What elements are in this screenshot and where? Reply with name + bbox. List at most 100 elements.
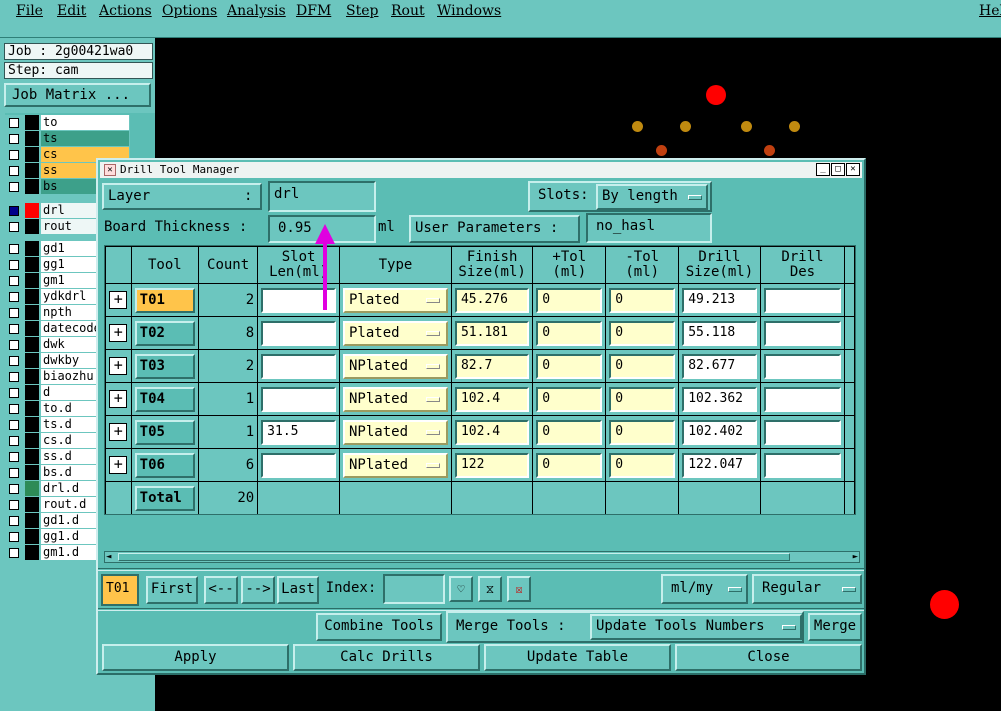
last-button[interactable]: Last [277,576,319,604]
minus-tol-input[interactable]: 0 [609,353,676,379]
minus-tol-input[interactable]: 0 [609,419,676,445]
menu-analysis[interactable]: Analysis [227,3,286,19]
menu-edit[interactable]: Edit [57,3,86,19]
menu-dfm[interactable]: DFM [296,3,331,19]
layer-checkbox[interactable] [9,356,19,366]
plus-tol-input[interactable]: 0 [536,452,603,478]
expand-plus-icon[interactable]: + [109,390,128,408]
layer-checkbox[interactable] [9,436,19,446]
layer-checkbox[interactable] [9,404,19,414]
menu-rout[interactable]: Rout [391,3,425,19]
merge-button[interactable]: Merge [808,613,862,641]
horizontal-scrollbar[interactable]: ◄ ► [104,551,860,563]
update-table-button[interactable]: Update Table [484,644,671,671]
minimize-icon[interactable]: _ [816,163,830,176]
drill-size-input[interactable]: 49.213 [682,287,757,313]
layer-checkbox[interactable] [9,372,19,382]
tool-button[interactable]: T06 [134,452,196,478]
plus-tol-input[interactable]: 0 [536,353,603,379]
drill-des-input[interactable] [763,419,842,445]
expand-plus-icon[interactable]: + [109,456,128,474]
layer-checkbox[interactable] [9,532,19,542]
prev-button[interactable]: <-- [204,576,238,604]
slots-option-menu[interactable]: By length [596,184,708,210]
first-button[interactable]: First [146,576,198,604]
expand-plus-icon[interactable]: + [109,423,128,441]
slot-len-input[interactable] [261,353,336,379]
type-option-menu[interactable]: Plated [343,320,448,346]
merge-tools-option-menu[interactable]: Update Tools Numbers [590,614,802,640]
lightbulb-icon[interactable]: ♡ [449,576,473,602]
type-option-menu[interactable]: Plated [343,287,448,313]
plus-tol-input[interactable]: 0 [536,386,603,412]
drill-size-input[interactable]: 82.677 [682,353,757,379]
layer-checkbox[interactable] [9,308,19,318]
finish-size-input[interactable]: 82.7 [454,353,530,379]
layer-checkbox[interactable] [9,420,19,430]
user-parameters-input[interactable]: no_hasl [586,213,712,243]
type-option-menu[interactable]: NPlated [343,386,448,412]
apply-button[interactable]: Apply [102,644,289,671]
slot-len-input[interactable] [261,386,336,412]
layer-input[interactable]: drl [268,181,376,212]
plus-tol-input[interactable]: 0 [536,287,603,313]
filter-icon[interactable]: ⧖ [478,576,502,602]
minus-tol-input[interactable]: 0 [609,287,676,313]
user-parameters-button[interactable]: User Parameters : [409,215,580,243]
layer-row[interactable]: ts [5,131,130,147]
finish-size-input[interactable]: 102.4 [454,386,530,412]
minus-tol-input[interactable]: 0 [609,452,676,478]
menu-options[interactable]: Options [162,3,217,19]
index-input[interactable] [383,574,445,604]
tool-button[interactable]: T05 [134,419,196,445]
tool-button[interactable]: T04 [134,386,196,412]
scroll-right-icon[interactable]: ► [853,552,858,562]
drill-size-input[interactable]: 55.118 [682,320,757,346]
layer-checkbox[interactable] [9,134,19,144]
layer-checkbox[interactable] [9,222,19,232]
tool-button[interactable]: T01 [134,287,196,313]
drill-des-input[interactable] [763,320,842,346]
expand-plus-icon[interactable]: + [109,324,128,342]
minus-tol-input[interactable]: 0 [609,320,676,346]
expand-plus-icon[interactable]: + [109,357,128,375]
job-matrix-button[interactable]: Job Matrix ... [4,83,151,107]
layer-checkbox[interactable] [9,276,19,286]
layer-checkbox[interactable] [9,150,19,160]
type-option-menu[interactable]: NPlated [343,353,448,379]
type-option-menu[interactable]: NPlated [343,419,448,445]
drill-des-input[interactable] [763,386,842,412]
combine-tools-button[interactable]: Combine Tools [316,613,442,641]
drill-des-input[interactable] [763,353,842,379]
layer-checkbox[interactable] [9,244,19,254]
minus-tol-input[interactable]: 0 [609,386,676,412]
tool-button[interactable]: T03 [134,353,196,379]
drill-des-input[interactable] [763,287,842,313]
layer-checkbox[interactable] [9,292,19,302]
layer-row[interactable]: to [5,115,130,131]
layer-checkbox[interactable] [9,324,19,334]
calc-drills-button[interactable]: Calc Drills [293,644,480,671]
expand-plus-icon[interactable]: + [109,291,128,309]
drill-size-input[interactable]: 102.402 [682,419,757,445]
layer-checkbox[interactable] [9,206,19,216]
type-option-menu[interactable]: NPlated [343,452,448,478]
layer-checkbox[interactable] [9,166,19,176]
layer-checkbox[interactable] [9,468,19,478]
close-button[interactable]: Close [675,644,862,671]
scroll-thumb[interactable] [118,553,790,561]
menu-actions[interactable]: Actions [99,3,152,19]
drill-des-input[interactable] [763,452,842,478]
layer-checkbox[interactable] [9,548,19,558]
layer-checkbox[interactable] [9,182,19,192]
menu-help[interactable]: Hel [979,3,1001,19]
layer-checkbox[interactable] [9,340,19,350]
maximize-icon[interactable]: □ [831,163,845,176]
drill-size-input[interactable]: 122.047 [682,452,757,478]
layer-checkbox[interactable] [9,260,19,270]
menu-step[interactable]: Step [346,3,378,19]
next-button[interactable]: --> [241,576,275,604]
mode-option-menu[interactable]: Regular [752,574,862,604]
layer-checkbox[interactable] [9,388,19,398]
scroll-left-icon[interactable]: ◄ [106,552,111,562]
